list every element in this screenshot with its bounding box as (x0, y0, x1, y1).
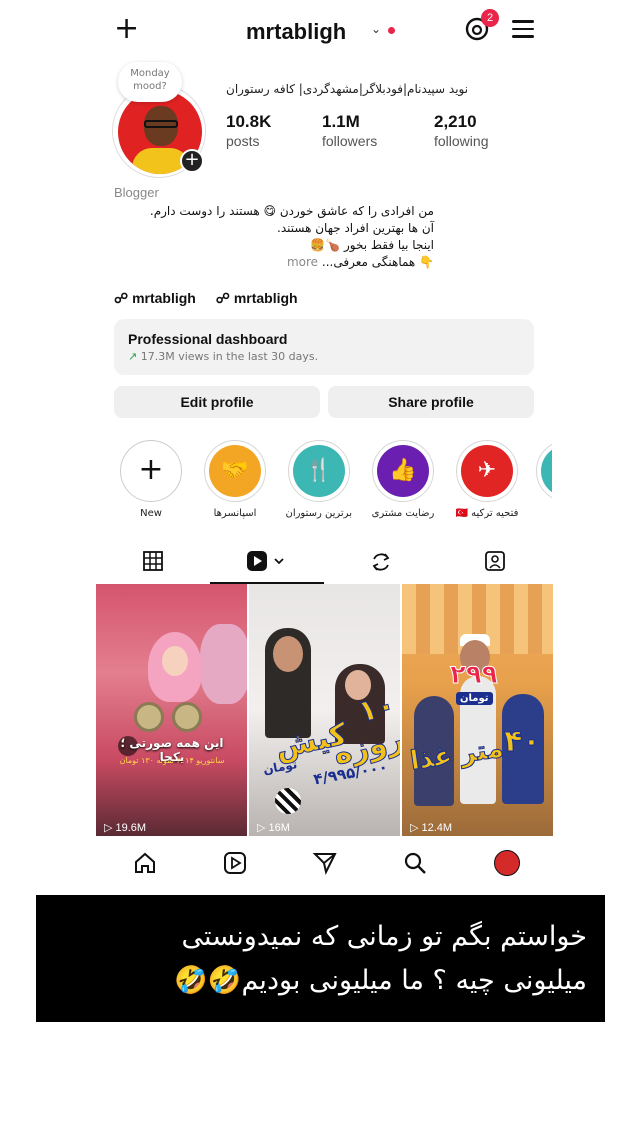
posts-count: 10.8K (226, 112, 272, 131)
grid-icon (143, 551, 163, 571)
followers-label: followers (322, 133, 378, 149)
caption-line: خواستم بگم تو زمانی که نمیدونستی (181, 921, 587, 952)
top-bar: + mrtabligh ⌄ 2 (96, 8, 552, 52)
tab-tagged[interactable] (438, 540, 552, 584)
video-caption: خواستم بگم تو زمانی که نمیدونستی میلیونی… (36, 895, 605, 1022)
repost-icon (372, 553, 390, 571)
send-icon[interactable] (312, 850, 338, 876)
reel-thumbnail[interactable]: ۲۹۹ تومان ۴۰ متر غذا ▷ 12.4M (402, 584, 553, 836)
following-count: 2,210 (434, 112, 477, 131)
highlight-label: رضایت مشتری (371, 508, 435, 519)
chevron-down-icon[interactable]: ⌄ (371, 22, 381, 36)
highlight-customer-satisfaction[interactable]: 👍 رضایت مشتری (370, 440, 436, 519)
caption-line: میلیونی چیه ؟ ما میلیونی بودیم🤣🤣 (174, 965, 587, 996)
menu-icon[interactable] (512, 20, 534, 43)
tab-reposts[interactable] (324, 540, 438, 584)
plus-icon: + (138, 452, 164, 487)
tab-reels[interactable] (210, 540, 324, 584)
bottom-nav (96, 840, 552, 886)
reels-grid: این همه صورتی ؛ یکجا سانتوریو ۲۰۱۴ نمونه… (96, 584, 553, 836)
username-switcher[interactable]: mrtabligh (246, 19, 346, 45)
reel-thumbnail[interactable]: ۱۰ روزه کیش ۴/۹۹۵/۰۰۰ تومان ▷ 16M (249, 584, 400, 836)
profile-nav-avatar[interactable] (494, 850, 520, 876)
highlight-label: فتحیه ترکیه 🇹🇷 (455, 508, 519, 519)
reels-nav-icon[interactable] (222, 850, 248, 876)
thumbs-up-icon: 👍 (389, 458, 417, 483)
highlight-label: New (140, 508, 162, 519)
followers-count: 1.1M (322, 112, 360, 131)
stat-following[interactable]: 2,210 following (434, 112, 488, 149)
dashboard-subtitle: ↗ 17.3M views in the last 30 days. (128, 350, 319, 363)
bio-more-link[interactable]: more (287, 255, 318, 269)
profile-links: ☍ mrtabligh ☍ mrtabligh (114, 290, 314, 307)
edit-profile-button[interactable]: Edit profile (114, 386, 320, 418)
following-label: following (434, 133, 489, 149)
reel-views: ▷ 12.4M (410, 822, 453, 834)
profile-bio: من افرادی را که عاشق خوردن 😋 هستند را دو… (114, 203, 434, 271)
highlight-top-restaurants[interactable]: 🍴 برترین رستوران (285, 440, 352, 519)
tagged-icon (485, 551, 505, 571)
profile-tabs (96, 540, 552, 584)
reel-text: تومان (262, 757, 299, 777)
threads-link[interactable]: ☍ mrtabligh (114, 290, 204, 306)
reel-text: ۲۹۹ (450, 660, 499, 691)
reel-views: ▷ 19.6M (104, 822, 147, 834)
create-plus-icon[interactable]: + (114, 14, 139, 44)
threads-link-2[interactable]: ☍ mrtabligh (216, 290, 306, 306)
tab-posts-grid[interactable] (96, 540, 210, 584)
bio-line: من افرادی را که عاشق خوردن 😋 هستند را دو… (149, 204, 434, 218)
highlight-label: برترین رستوران (285, 508, 352, 519)
bio-line: آن ها بهترین افراد جهان هستند. (277, 221, 434, 235)
reel-subcaption: سانتوریو ۲۰۱۴ نمونه ۱۳۰ تومان (119, 756, 225, 765)
trend-up-icon: ↗ (128, 350, 138, 363)
reels-icon (247, 551, 284, 571)
highlight-new[interactable]: + New (118, 440, 184, 519)
share-profile-button[interactable]: Share profile (328, 386, 534, 418)
add-story-icon[interactable]: + (180, 149, 204, 173)
reel-views: ▷ 16M (257, 822, 290, 834)
threads-badge: 2 (481, 9, 499, 27)
bio-line-last: 👇 هماهنگی معرفی... more (114, 254, 434, 271)
reel-thumbnail[interactable]: این همه صورتی ؛ یکجا سانتوریو ۲۰۱۴ نمونه… (96, 584, 247, 836)
reel-text: ۴۰ (504, 724, 542, 760)
handshake-icon: 🤝 (221, 458, 249, 483)
professional-dashboard[interactable]: Professional dashboard ↗ 17.3M views in … (114, 319, 534, 375)
instagram-profile-screen: + mrtabligh ⌄ 2 Monday mood? + نوید سپید… (96, 0, 553, 890)
airplane-icon: ✈ (477, 458, 497, 483)
highlight-partial[interactable] (536, 440, 552, 502)
profile-full-name: نوید سپیدنام|فودبلاگر|مشهدگردی| کافه رست… (226, 82, 469, 96)
profile-category: Blogger (114, 185, 159, 200)
notification-dot (388, 27, 395, 34)
stat-followers[interactable]: 1.1M followers (322, 112, 377, 149)
bio-line: اینجا بیا فقط بخور 🍗🍔 (310, 238, 434, 252)
note-bubble[interactable]: Monday mood? (118, 62, 182, 102)
home-icon[interactable] (132, 850, 158, 876)
search-icon[interactable] (402, 850, 428, 876)
dashboard-title: Professional dashboard (128, 331, 288, 347)
reel-text: تومان (456, 692, 493, 705)
bio-line: 👇 هماهنگی معرفی... (321, 255, 434, 269)
posts-label: posts (226, 133, 260, 149)
highlight-turkey[interactable]: ✈ فتحیه ترکیه 🇹🇷 (454, 440, 520, 519)
stat-posts[interactable]: 10.8K posts (226, 112, 271, 149)
cutlery-icon: 🍴 (305, 458, 333, 483)
highlight-sponsors[interactable]: 🤝 اسپانسرها (202, 440, 268, 519)
highlight-label: اسپانسرها (213, 508, 257, 519)
